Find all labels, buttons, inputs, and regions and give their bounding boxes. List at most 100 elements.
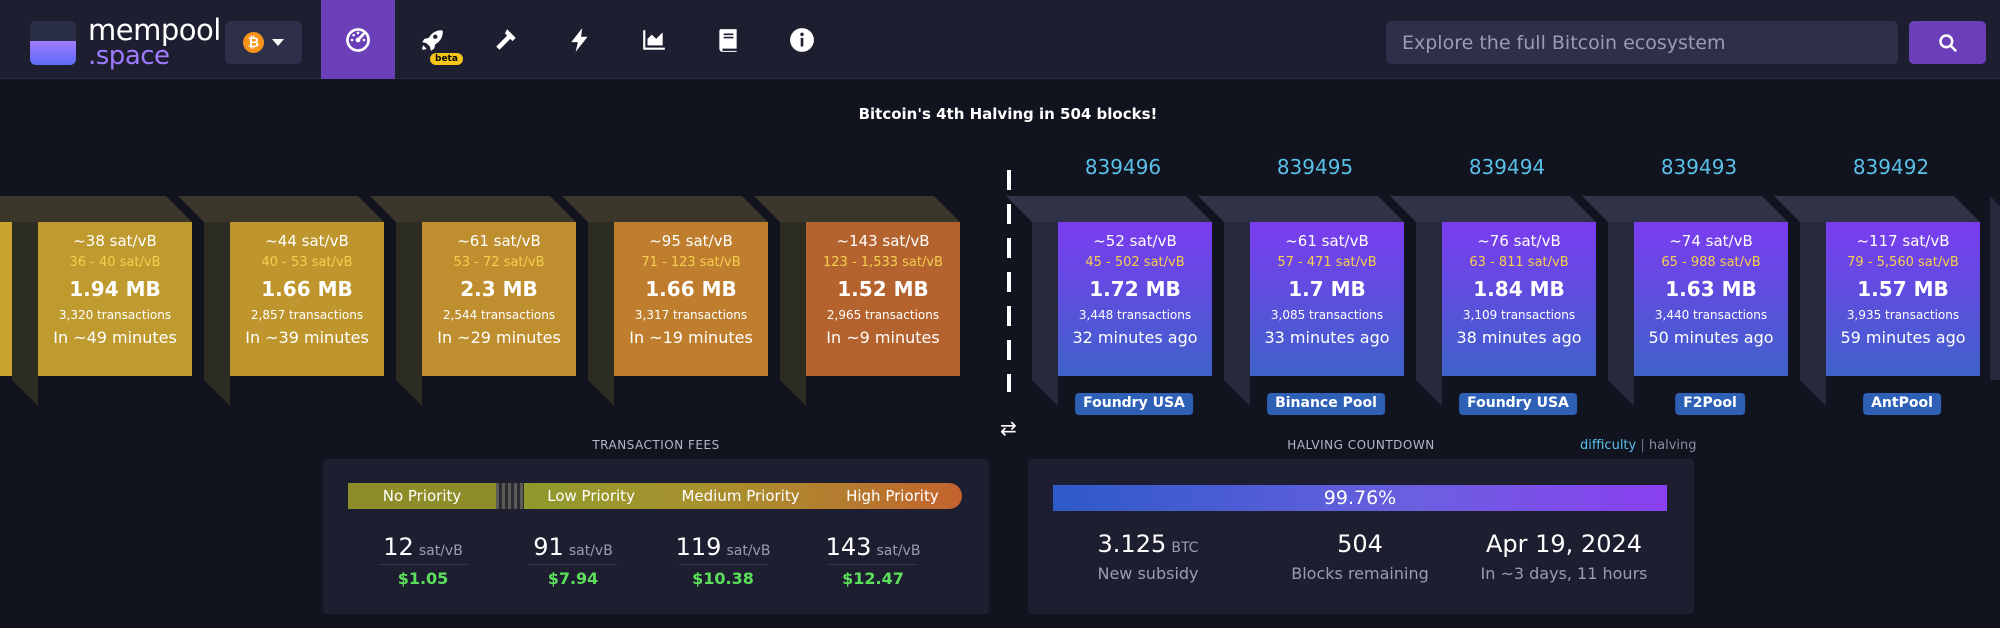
lightning-icon [571, 27, 588, 52]
hammer-icon [496, 28, 516, 50]
block-tx-count: 2,965 transactions [826, 308, 940, 322]
search-button[interactable] [1909, 21, 1986, 64]
mined-block[interactable]: ~52 sat/vB 45 - 502 sat/vB 1.72 MB 3,448… [1006, 196, 1212, 406]
block-size: 1.52 MB [837, 277, 929, 301]
block-size: 1.57 MB [1857, 277, 1949, 301]
nav-about[interactable] [765, 0, 839, 79]
blocks-remaining-label: Blocks remaining [1291, 564, 1429, 583]
rocket-icon [422, 29, 443, 51]
block-time-ago: 59 minutes ago [1840, 328, 1966, 347]
top-navbar: mempool .space ₿ beta Explore the full B… [0, 0, 2000, 79]
toggle-halving[interactable]: halving [1649, 438, 1697, 453]
block-height-link[interactable]: 839494 [1430, 155, 1584, 179]
block-fee-range: 79 - 5,560 sat/vB [1847, 255, 1959, 270]
mempool-block[interactable]: ~61 sat/vB 53 - 72 sat/vB 2.3 MB 2,544 t… [370, 196, 576, 406]
fee-tier-medium-priority: Medium Priority [681, 487, 800, 505]
block-fee-range: 123 - 1,533 sat/vB [823, 255, 943, 270]
fee-tier-high-priority: High Priority [846, 487, 939, 505]
mempool-logo[interactable]: mempool .space [30, 13, 221, 69]
block-median-fee: ~76 sat/vB [1477, 232, 1561, 250]
mempool-block[interactable]: ~95 sat/vB 71 - 123 sat/vB 1.66 MB 3,317… [562, 196, 768, 406]
block-fee-range: 71 - 123 sat/vB [641, 255, 741, 270]
logo-line-1: mempool [88, 13, 221, 47]
mined-block[interactable]: ~74 sat/vB 65 - 988 sat/vB 1.63 MB 3,440… [1582, 196, 1788, 406]
nav-mining[interactable] [469, 0, 543, 79]
fee-tier-bar: Low Priority Medium Priority High Priori… [524, 483, 962, 509]
block-median-fee: ~61 sat/vB [1285, 232, 1369, 250]
block-time-ago: 38 minutes ago [1456, 328, 1582, 347]
mined-block[interactable]: ~61 sat/vB 57 - 471 sat/vB 1.7 MB 3,085 … [1198, 196, 1404, 406]
mined-block-partial[interactable] [1990, 196, 2000, 380]
countdown-mode-toggle: difficulty | halving [1580, 438, 1697, 453]
block-eta: In ~49 minutes [53, 328, 177, 347]
block-size: 1.66 MB [645, 277, 737, 301]
network-selector[interactable]: ₿ [225, 21, 302, 64]
block-fee-range: 45 - 502 sat/vB [1085, 255, 1185, 270]
block-median-fee: ~74 sat/vB [1669, 232, 1753, 250]
nav-dashboard[interactable] [321, 0, 395, 79]
block-fee-range: 65 - 988 sat/vB [1661, 255, 1761, 270]
logo-mark [30, 21, 76, 65]
block-height-link[interactable]: 839493 [1622, 155, 1776, 179]
block-eta: In ~29 minutes [437, 328, 561, 347]
fee-value-medium-priority: 119 sat/vB $10.38 [663, 533, 783, 588]
block-size: 1.7 MB [1288, 277, 1366, 301]
block-tx-count: 3,935 transactions [1846, 308, 1960, 322]
block-tx-count: 2,544 transactions [442, 308, 556, 322]
nav-lightning[interactable] [543, 0, 617, 79]
halving-banner: Bitcoin's 4th Halving in 504 blocks! [858, 105, 1158, 123]
swap-direction-icon[interactable]: ⇄ [1000, 416, 1017, 440]
nav-accelerator[interactable]: beta [395, 0, 469, 79]
fee-rate: 143 [825, 533, 872, 561]
mined-block[interactable]: ~117 sat/vB 79 - 5,560 sat/vB 1.57 MB 3,… [1774, 196, 1980, 406]
fee-rate: 12 [383, 533, 414, 561]
fee-unit: sat/vB [726, 543, 771, 559]
toggle-difficulty[interactable]: difficulty [1580, 438, 1636, 453]
nav-docs[interactable] [691, 0, 765, 79]
blocks-remaining-value: 504 [1337, 530, 1383, 558]
fee-tier-gap [496, 483, 524, 509]
subsidy-value: 3.125 [1097, 530, 1167, 558]
mempool-block[interactable]: ~38 sat/vB 36 - 40 sat/vB 1.94 MB 3,320 … [0, 196, 192, 406]
chevron-down-icon [272, 39, 284, 46]
block-height-link[interactable]: 839492 [1814, 155, 1968, 179]
block-fee-range: 57 - 471 sat/vB [1277, 255, 1377, 270]
mempool-block[interactable]: ~44 sat/vB 40 - 53 sat/vB 1.66 MB 2,857 … [178, 196, 384, 406]
block-size: 1.72 MB [1089, 277, 1181, 301]
block-size: 1.66 MB [261, 277, 353, 301]
fee-tier-no-priority: No Priority [348, 483, 496, 509]
mempool-block[interactable]: ~143 sat/vB 123 - 1,533 sat/vB 1.52 MB 2… [754, 196, 960, 406]
block-height-link[interactable]: 839496 [1046, 155, 1200, 179]
fee-rate: 91 [533, 533, 564, 561]
mining-pool-tag[interactable]: AntPool [1863, 393, 1941, 415]
book-icon [719, 28, 737, 52]
block-tx-count: 3,440 transactions [1654, 308, 1768, 322]
block-median-fee: ~44 sat/vB [265, 232, 349, 250]
mining-pool-tag[interactable]: F2Pool [1675, 393, 1745, 415]
halving-date-value: Apr 19, 2024 [1485, 530, 1643, 558]
block-height-link[interactable]: 839495 [1238, 155, 1392, 179]
block-fee-range: 40 - 53 sat/vB [261, 255, 353, 270]
block-median-fee: ~95 sat/vB [649, 232, 733, 250]
chart-icon [643, 29, 665, 50]
nav-graphs[interactable] [617, 0, 691, 79]
fee-value-low-priority: 91 sat/vB $7.94 [513, 533, 633, 588]
fee-tier-low-priority: Low Priority [547, 487, 635, 505]
transaction-fees-card: No Priority Low Priority Medium Priority… [323, 459, 989, 614]
fee-usd: $10.38 [692, 569, 754, 588]
block-time-ago: 32 minutes ago [1072, 328, 1198, 347]
mining-pool-tag[interactable]: Foundry USA [1459, 393, 1577, 415]
mining-pool-tag[interactable]: Foundry USA [1075, 393, 1193, 415]
mining-pool-tag[interactable]: Binance Pool [1267, 393, 1385, 415]
block-fee-range: 36 - 40 sat/vB [69, 255, 161, 270]
block-eta: In ~9 minutes [826, 328, 940, 347]
fee-unit: sat/vB [418, 543, 463, 559]
stat-blocks-remaining: 504 Blocks remaining [1260, 530, 1460, 583]
halving-progress-bar: 99.76% [1053, 485, 1667, 511]
fee-unit: sat/vB [876, 543, 921, 559]
block-tx-count: 3,085 transactions [1270, 308, 1384, 322]
fee-value-no-priority: 12 sat/vB $1.05 [363, 533, 483, 588]
search-input[interactable]: Explore the full Bitcoin ecosystem [1386, 21, 1898, 64]
stat-new-subsidy: 3.125 BTC New subsidy [1048, 530, 1248, 583]
mined-block[interactable]: ~76 sat/vB 63 - 811 sat/vB 1.84 MB 3,109… [1390, 196, 1596, 406]
